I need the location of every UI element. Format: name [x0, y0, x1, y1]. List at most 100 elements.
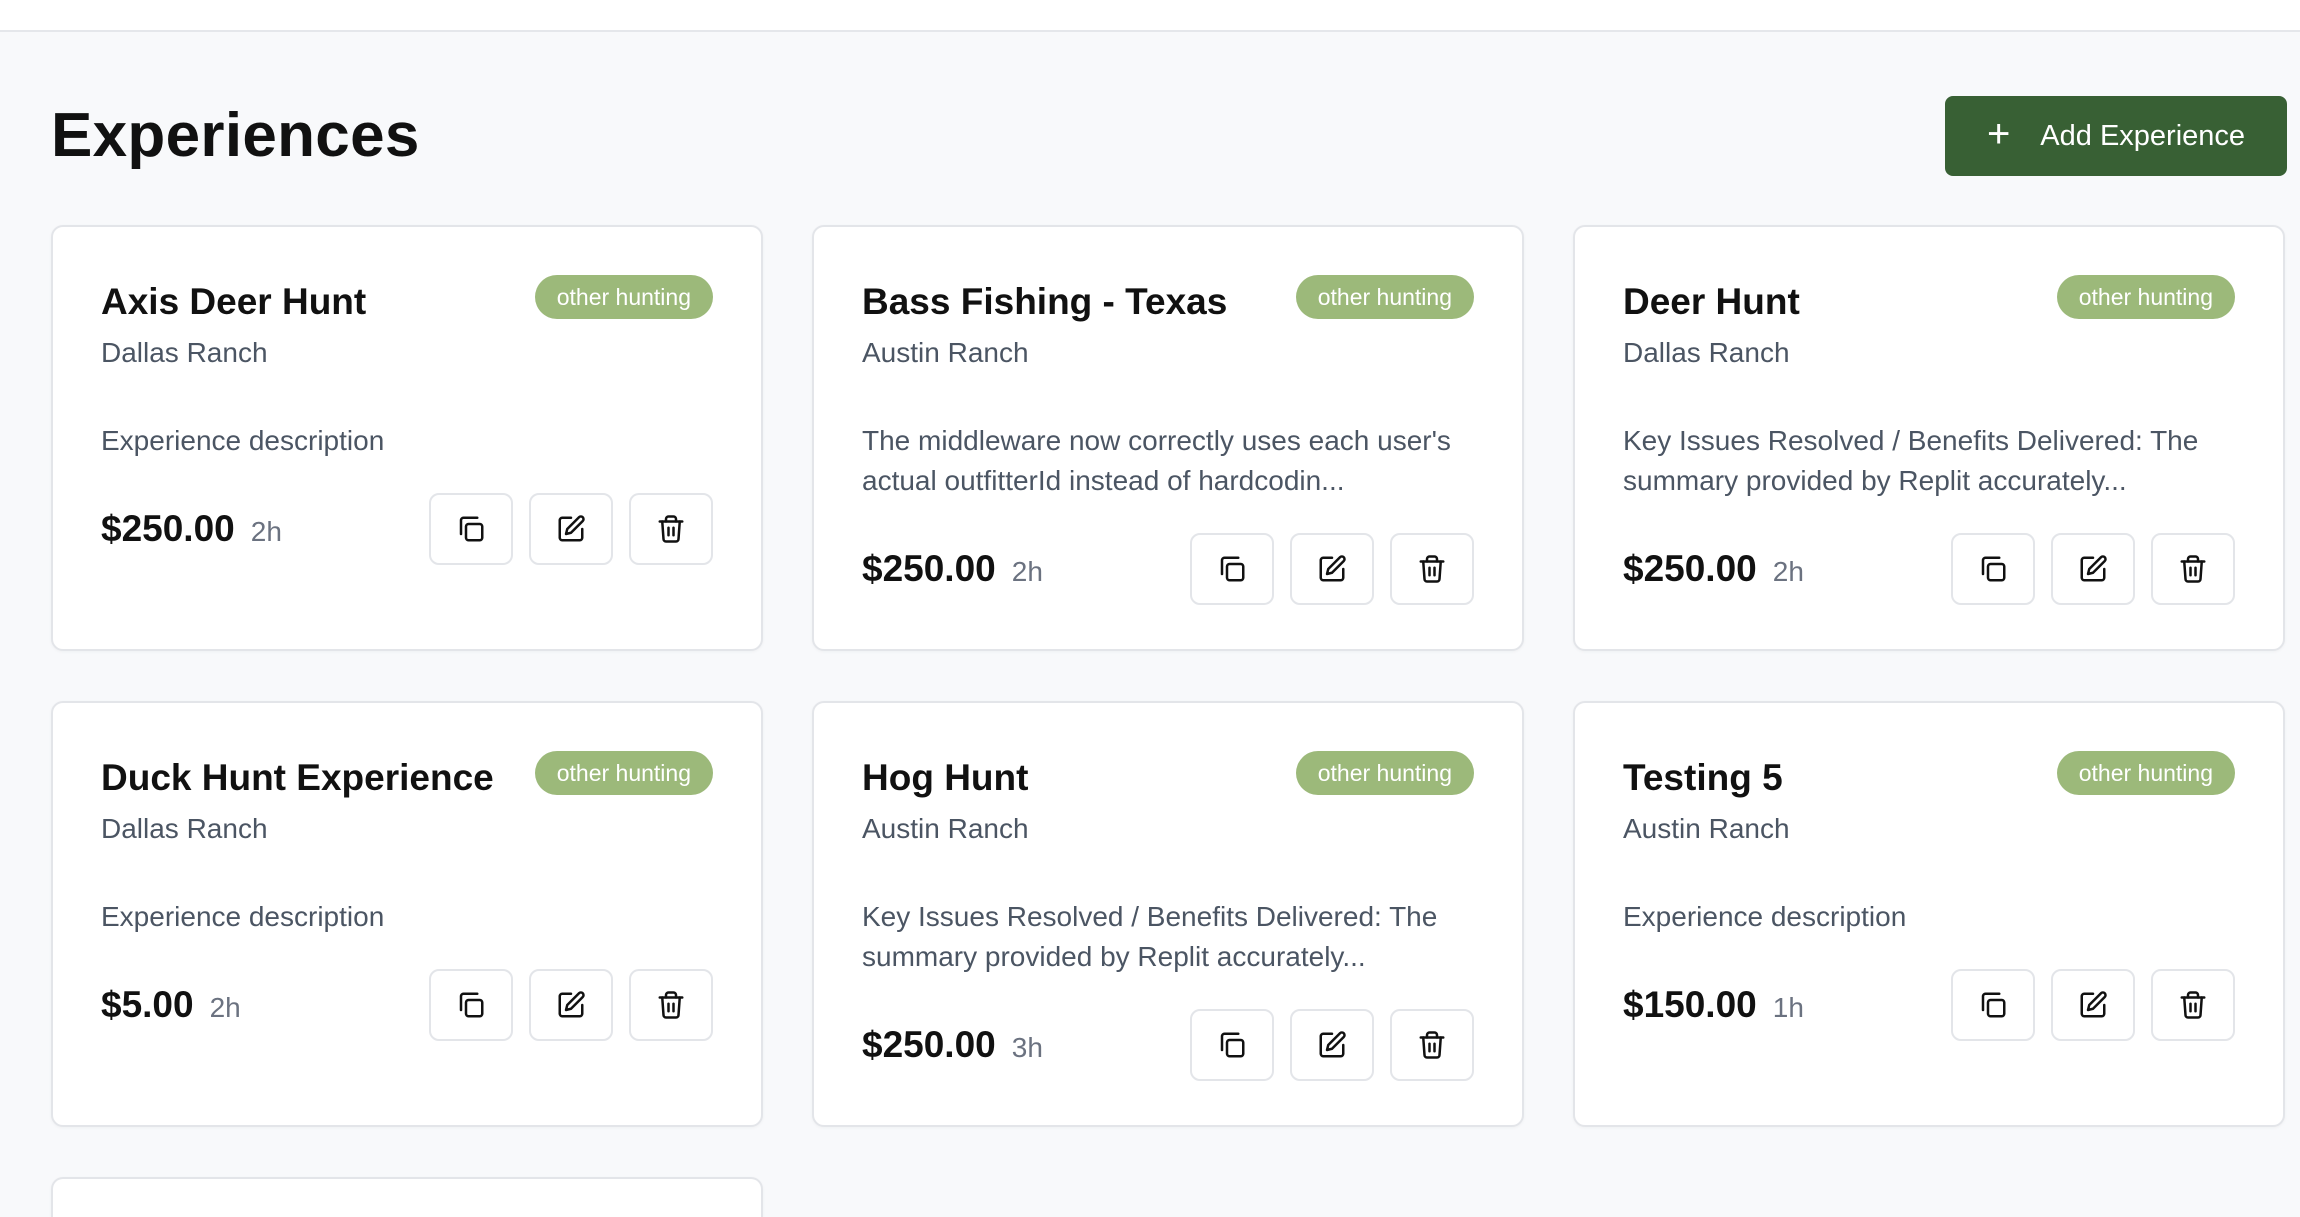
edit-button[interactable] — [529, 969, 613, 1041]
card-footer: $250.00 3h — [862, 1009, 1474, 1081]
category-badge: other hunting — [1295, 751, 1474, 795]
copy-icon — [1220, 1032, 1245, 1058]
copy-icon — [1981, 992, 2006, 1018]
experience-grid: Axis Deer Hunt other hunting Dallas Ranc… — [51, 225, 2287, 1217]
card-actions — [1190, 1009, 1474, 1081]
price-group: $5.00 2h — [101, 984, 241, 1026]
delete-button[interactable] — [2151, 533, 2235, 605]
top-nav-bar — [0, 0, 2300, 32]
experience-location: Dallas Ranch — [101, 337, 268, 368]
duplicate-button[interactable] — [1190, 1009, 1274, 1081]
trash-icon — [658, 515, 684, 543]
duplicate-button[interactable] — [1951, 533, 2035, 605]
edit-icon — [1319, 1031, 1346, 1058]
card-actions — [429, 493, 713, 565]
experience-location: Dallas Ranch — [101, 813, 268, 844]
experience-card[interactable]: Testing 5 other hunting Austin Ranch Exp… — [1573, 701, 2285, 1127]
card-footer: $250.00 2h — [862, 533, 1474, 605]
delete-button[interactable] — [629, 969, 713, 1041]
experience-description: Experience description — [101, 425, 385, 456]
experience-duration: 3h — [1011, 1032, 1043, 1063]
experience-title: Duck Hunt Experience — [101, 757, 494, 798]
experience-description: Key Issues Resolved / Benefits Delivered… — [1623, 425, 2199, 496]
copy-icon — [1981, 556, 2006, 582]
duplicate-button[interactable] — [429, 493, 513, 565]
edit-icon — [1319, 555, 1346, 582]
delete-button[interactable] — [1390, 1009, 1474, 1081]
experience-price: $250.00 — [862, 548, 996, 589]
experience-duration: 2h — [1011, 556, 1043, 587]
card-actions — [1951, 969, 2235, 1041]
experience-card[interactable]: Deer Hunt other hunting Dallas Ranch Key… — [1573, 225, 2285, 651]
experience-price: $250.00 — [101, 508, 235, 549]
category-badge: other hunting — [2056, 751, 2235, 795]
experience-duration: 2h — [1772, 556, 1804, 587]
delete-button[interactable] — [1390, 533, 1474, 605]
experience-title: Axis Deer Hunt — [101, 281, 367, 322]
experience-location: Dallas Ranch — [1623, 337, 1790, 368]
experience-card[interactable]: Duck Hunt Experience other hunting Dalla… — [51, 701, 763, 1127]
copy-icon — [459, 516, 484, 542]
experience-duration: 1h — [1772, 992, 1804, 1023]
edit-icon — [2080, 555, 2107, 582]
experience-card[interactable]: Hog Hunt other hunting Austin Ranch Key … — [812, 701, 1524, 1127]
delete-button[interactable] — [629, 493, 713, 565]
experience-card[interactable]: Bass Fishing - Texas other hunting Austi… — [812, 225, 1524, 651]
price-group: $250.00 2h — [862, 548, 1043, 590]
trash-icon — [1419, 555, 1445, 583]
trash-icon — [658, 991, 684, 1019]
card-footer: $5.00 2h — [101, 969, 713, 1041]
price-group: $250.00 3h — [862, 1024, 1043, 1066]
edit-button[interactable] — [2051, 533, 2135, 605]
edit-icon — [558, 991, 585, 1018]
experience-description: The middleware now correctly uses each u… — [862, 425, 1451, 496]
category-badge: other hunting — [534, 751, 713, 795]
experience-price: $5.00 — [101, 984, 194, 1025]
card-footer: $150.00 1h — [1623, 969, 2235, 1041]
experience-card[interactable]: Axis Deer Hunt other hunting Dallas Ranc… — [51, 225, 763, 651]
experience-description: Experience description — [1623, 901, 1907, 932]
plus-icon: + — [1986, 112, 2011, 156]
experience-duration: 2h — [250, 516, 282, 547]
experience-title: Deer Hunt — [1623, 281, 1800, 322]
category-badge: other hunting — [2056, 275, 2235, 319]
add-experience-button[interactable]: + Add Experience — [1945, 96, 2287, 176]
trash-icon — [2180, 555, 2206, 583]
edit-icon — [2080, 991, 2107, 1018]
category-badge: other hunting — [1295, 275, 1474, 319]
card-actions — [1190, 533, 1474, 605]
copy-icon — [459, 992, 484, 1018]
page-title: Experiences — [51, 101, 420, 170]
edit-button[interactable] — [1290, 533, 1374, 605]
duplicate-button[interactable] — [1951, 969, 2035, 1041]
price-group: $250.00 2h — [1623, 548, 1804, 590]
experience-card-partial[interactable] — [51, 1177, 763, 1217]
edit-button[interactable] — [1290, 1009, 1374, 1081]
trash-icon — [1419, 1031, 1445, 1059]
price-group: $150.00 1h — [1623, 984, 1804, 1026]
experience-title: Testing 5 — [1623, 757, 1783, 798]
delete-button[interactable] — [2151, 969, 2235, 1041]
experience-location: Austin Ranch — [862, 337, 1029, 368]
duplicate-button[interactable] — [1190, 533, 1274, 605]
experience-location: Austin Ranch — [862, 813, 1029, 844]
edit-button[interactable] — [2051, 969, 2135, 1041]
experience-description: Experience description — [101, 901, 385, 932]
category-badge: other hunting — [534, 275, 713, 319]
experience-description: Key Issues Resolved / Benefits Delivered… — [862, 901, 1438, 972]
card-footer: $250.00 2h — [1623, 533, 2235, 605]
card-footer: $250.00 2h — [101, 493, 713, 565]
edit-button[interactable] — [529, 493, 613, 565]
experience-title: Hog Hunt — [862, 757, 1029, 798]
trash-icon — [2180, 991, 2206, 1019]
card-actions — [429, 969, 713, 1041]
experience-price: $150.00 — [1623, 984, 1757, 1025]
add-experience-label: Add Experience — [2040, 119, 2246, 152]
copy-icon — [1220, 556, 1245, 582]
experience-price: $250.00 — [1623, 548, 1757, 589]
duplicate-button[interactable] — [429, 969, 513, 1041]
price-group: $250.00 2h — [101, 508, 282, 550]
experience-location: Austin Ranch — [1623, 813, 1790, 844]
experience-title: Bass Fishing - Texas — [862, 281, 1228, 322]
experience-duration: 2h — [209, 992, 241, 1023]
